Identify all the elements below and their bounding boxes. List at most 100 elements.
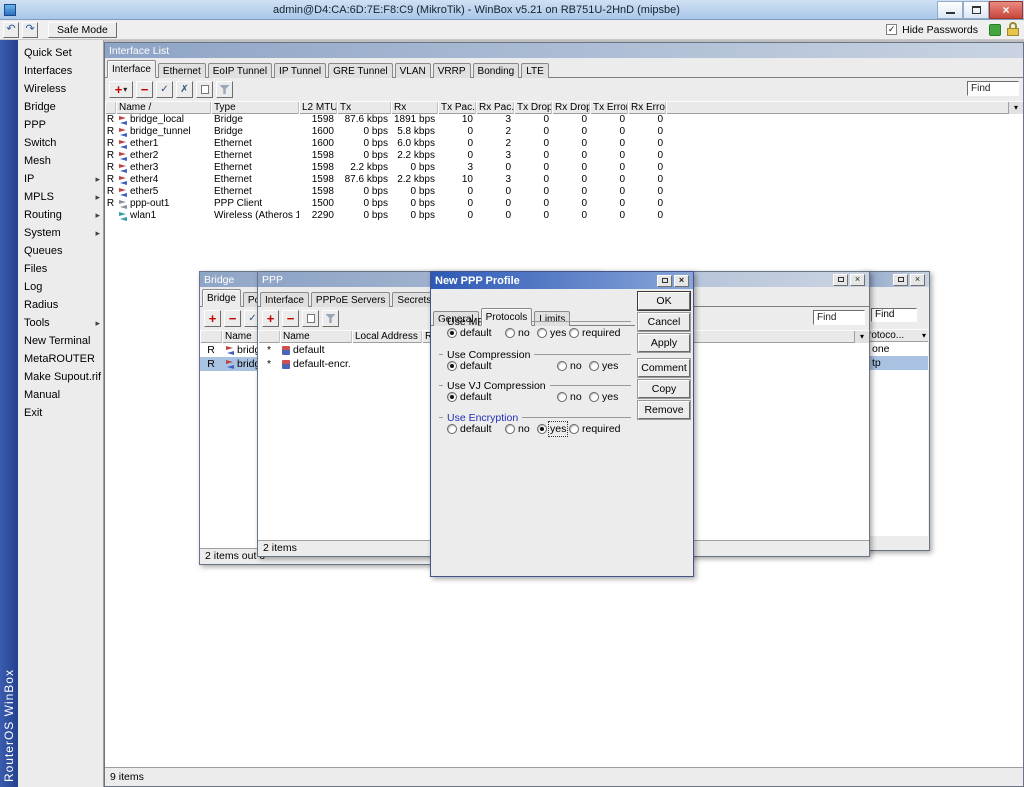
enable-button[interactable]: ✓ [156, 81, 173, 98]
sidebar-item-manual[interactable]: Manual [18, 386, 103, 404]
add-button[interactable]: + [204, 310, 221, 327]
maximize-button[interactable] [657, 275, 672, 287]
minimize-button[interactable] [937, 1, 963, 19]
maximize-button[interactable] [963, 1, 989, 19]
interface-row[interactable]: R bridge_tunnel Bridge 1600 0 bps 5.8 kb… [105, 126, 1023, 138]
ok-button[interactable]: OK [638, 292, 690, 310]
radio-use-vj-compression-yes[interactable]: yes [589, 391, 618, 403]
column-header-rx-packet[interactable]: Rx Pac... [476, 102, 514, 114]
find-input[interactable]: Find [813, 310, 865, 325]
column-select-button[interactable]: ▾ [854, 331, 869, 343]
sidebar-item-bridge[interactable]: Bridge [18, 98, 103, 116]
redo-button[interactable]: ↷ [22, 22, 38, 38]
radio-use-encryption-no[interactable]: no [505, 423, 530, 435]
column-header-tx-drops[interactable]: Tx Drops [514, 102, 552, 114]
interface-row[interactable]: R ppp-out1 PPP Client 1500 0 bps 0 bps 0… [105, 198, 1023, 210]
close-button[interactable]: × [674, 275, 689, 287]
column-select-button[interactable]: ▾ [922, 330, 928, 341]
tab-interface[interactable]: Interface [260, 292, 309, 307]
column-header-protocol[interactable]: rotoco... [868, 330, 904, 341]
radio-use-mpls-default[interactable]: default [447, 327, 492, 339]
add-button[interactable]: +▾ [109, 81, 133, 98]
tab-eoip-tunnel[interactable]: EoIP Tunnel [208, 63, 272, 78]
radio-use-vj-compression-default[interactable]: default [447, 391, 492, 403]
apply-button[interactable]: Apply [638, 334, 690, 352]
column-header-tx[interactable]: Tx [337, 102, 391, 114]
radio-use-encryption-yes[interactable]: yes [537, 423, 566, 435]
column-header-l2mtu[interactable]: L2 MTU [299, 102, 337, 114]
column-header-rx-drops[interactable]: Rx Drops [552, 102, 590, 114]
column-header-tx-packet[interactable]: Tx Pac... [438, 102, 476, 114]
sidebar-item-quick-set[interactable]: Quick Set [18, 44, 103, 62]
interface-row[interactable]: R ether4 Ethernet 1598 87.6 kbps 2.2 kbp… [105, 174, 1023, 186]
tab-interface[interactable]: Interface [107, 60, 156, 78]
radio-use-compression-default[interactable]: default [447, 360, 492, 372]
close-button[interactable]: × [910, 274, 925, 286]
sidebar-item-files[interactable]: Files [18, 260, 103, 278]
close-button[interactable]: × [989, 1, 1023, 19]
find-input[interactable]: Find [967, 81, 1019, 96]
cancel-button[interactable]: Cancel [638, 313, 690, 331]
column-header-rx-errors[interactable]: Rx Errors [628, 102, 666, 114]
filter-button[interactable] [216, 81, 233, 98]
column-header-flags[interactable] [258, 331, 280, 343]
column-header-rx[interactable]: Rx [391, 102, 438, 114]
sidebar-item-log[interactable]: Log [18, 278, 103, 296]
tab-bonding[interactable]: Bonding [473, 63, 520, 78]
find-input[interactable]: Find [871, 308, 917, 322]
tab-gre-tunnel[interactable]: GRE Tunnel [328, 63, 392, 78]
tab-pppoe-servers[interactable]: PPPoE Servers [311, 292, 390, 307]
column-header-type[interactable]: Type [211, 102, 299, 114]
sidebar-item-ip[interactable]: IP▸ [18, 170, 103, 188]
comment-button[interactable] [196, 81, 213, 98]
column-header-tx-errors[interactable]: Tx Errors [590, 102, 628, 114]
remove-button[interactable]: − [282, 310, 299, 327]
interface-row[interactable]: R ether3 Ethernet 1598 2.2 kbps 0 bps 3 … [105, 162, 1023, 174]
hide-passwords-checkbox[interactable]: ✓ [886, 24, 897, 35]
sidebar-item-switch[interactable]: Switch [18, 134, 103, 152]
radio-use-mpls-no[interactable]: no [505, 327, 530, 339]
radio-use-vj-compression-no[interactable]: no [557, 391, 582, 403]
filter-button[interactable] [322, 310, 339, 327]
undo-button[interactable]: ↶ [3, 22, 19, 38]
remove-button[interactable]: Remove [638, 401, 690, 419]
maximize-button[interactable] [833, 274, 848, 286]
remove-button[interactable]: − [224, 310, 241, 327]
column-header-name[interactable]: Name [280, 331, 352, 343]
tab-ip-tunnel[interactable]: IP Tunnel [274, 63, 326, 78]
tab-vrrp[interactable]: VRRP [433, 63, 471, 78]
sidebar-item-exit[interactable]: Exit [18, 404, 103, 422]
sidebar-item-radius[interactable]: Radius [18, 296, 103, 314]
interface-row[interactable]: R ether1 Ethernet 1600 0 bps 6.0 kbps 0 … [105, 138, 1023, 150]
sidebar-item-mesh[interactable]: Mesh [18, 152, 103, 170]
dialog-titlebar[interactable]: New PPP Profile × [431, 272, 693, 289]
radio-use-encryption-required[interactable]: required [569, 423, 621, 435]
tab-vlan[interactable]: VLAN [395, 63, 431, 78]
list-item[interactable]: one [860, 342, 928, 356]
comment-button[interactable] [302, 310, 319, 327]
interface-row[interactable]: R bridge_local Bridge 1598 87.6 kbps 189… [105, 114, 1023, 126]
column-header-local-address[interactable]: Local Address [352, 331, 422, 343]
radio-use-mpls-required[interactable]: required [569, 327, 621, 339]
radio-use-mpls-yes[interactable]: yes [537, 327, 566, 339]
sidebar-item-mpls[interactable]: MPLS▸ [18, 188, 103, 206]
comment-button[interactable]: Comment [638, 359, 690, 377]
window-titlebar[interactable]: admin@D4:CA:6D:7E:F8:C9 (MikroTik) - Win… [0, 0, 1024, 20]
sidebar-item-metarouter[interactable]: MetaROUTER [18, 350, 103, 368]
sidebar-item-ppp[interactable]: PPP [18, 116, 103, 134]
sidebar-item-make-supout-rif[interactable]: Make Supout.rif [18, 368, 103, 386]
column-select-button[interactable]: ▾ [1008, 102, 1023, 114]
disable-button[interactable]: ✗ [176, 81, 193, 98]
sidebar-item-wireless[interactable]: Wireless [18, 80, 103, 98]
interface-list-titlebar[interactable]: Interface List [105, 43, 1023, 58]
sidebar-item-interfaces[interactable]: Interfaces [18, 62, 103, 80]
remove-button[interactable]: − [136, 81, 153, 98]
column-header-name[interactable]: Name / [116, 102, 211, 114]
column-header-flags[interactable] [200, 331, 222, 343]
list-item-selected[interactable]: tp [860, 356, 928, 370]
interface-row[interactable]: wlan1 Wireless (Atheros 11N) 2290 0 bps … [105, 210, 1023, 222]
tab-lte[interactable]: LTE [521, 63, 549, 78]
sidebar-item-tools[interactable]: Tools▸ [18, 314, 103, 332]
sidebar-item-system[interactable]: System▸ [18, 224, 103, 242]
sidebar-item-queues[interactable]: Queues [18, 242, 103, 260]
